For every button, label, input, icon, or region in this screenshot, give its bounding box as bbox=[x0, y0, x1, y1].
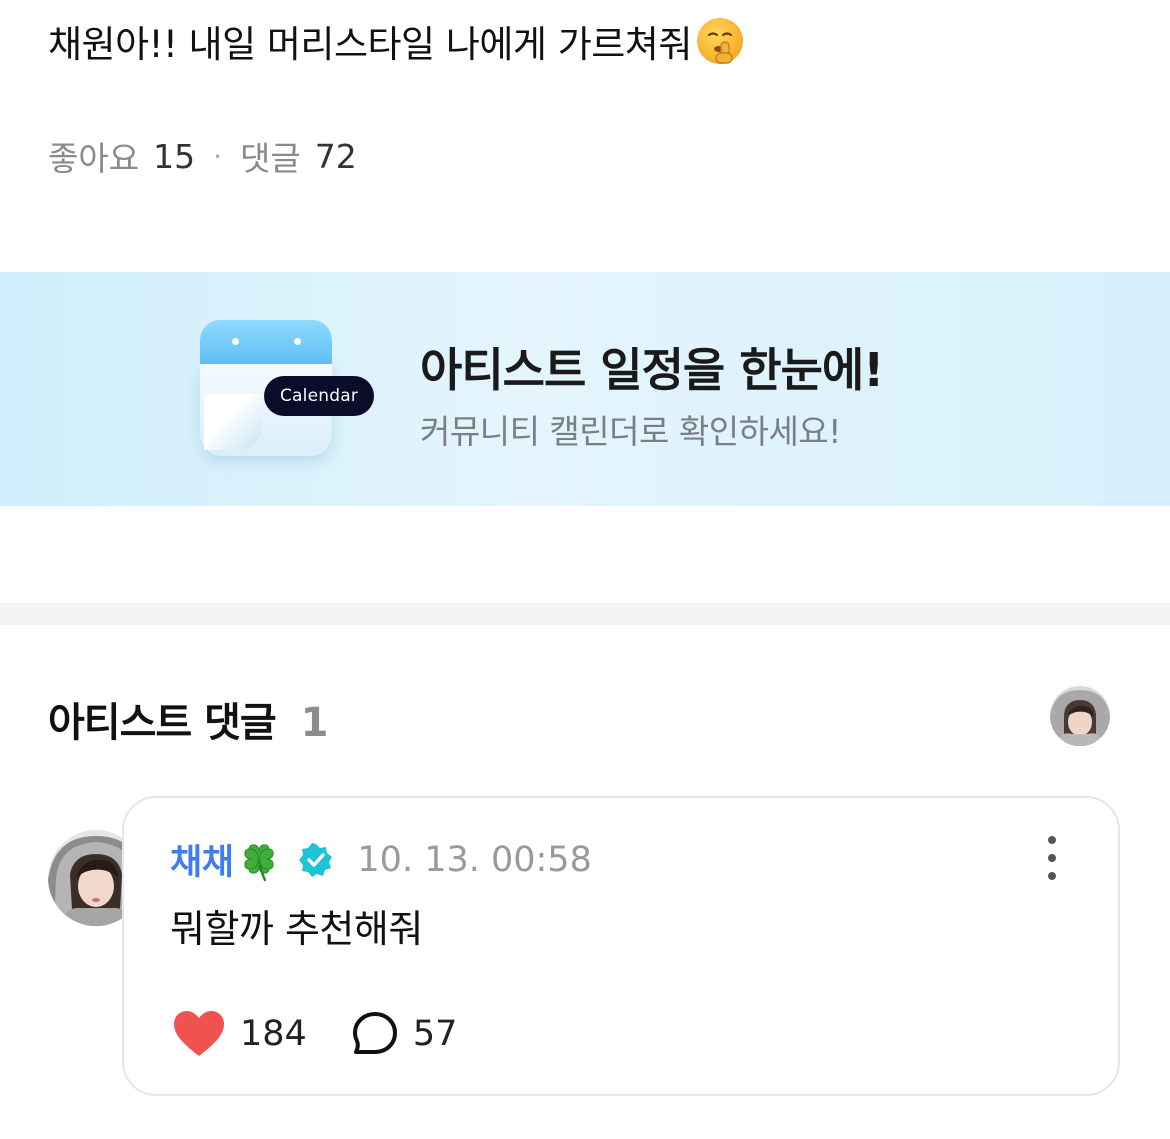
avatar-photo-icon bbox=[1050, 686, 1110, 746]
speech-bubble-icon bbox=[352, 1012, 397, 1054]
artist-comments-count: 1 bbox=[300, 700, 329, 746]
comment-actions: 184 57 bbox=[172, 1010, 457, 1058]
reply-button[interactable]: 57 bbox=[351, 1010, 458, 1058]
comments-label: 댓글 bbox=[240, 139, 301, 178]
reply-count: 57 bbox=[412, 1014, 458, 1054]
like-button[interactable]: 184 bbox=[172, 1010, 307, 1058]
comments-count: 72 bbox=[314, 136, 357, 176]
banner-headline: 아티스트 일정을 한눈에! bbox=[420, 343, 884, 397]
post-title: 채원아!! 내일 머리스타일 나에게 가르쳐줘 bbox=[48, 14, 746, 68]
comment-text: 뭐할까 추천해줘 bbox=[170, 907, 423, 951]
like-count: 184 bbox=[240, 1014, 307, 1054]
heart-icon bbox=[174, 1011, 224, 1056]
shushing-face-emoji-icon bbox=[696, 18, 743, 64]
post-title-text: 채원아!! 내일 머리스타일 나에게 가르쳐줘 bbox=[48, 23, 692, 66]
calendar-tag: Calendar bbox=[264, 376, 374, 416]
comment-author-row: 채채 10. 13. 00:58 bbox=[170, 834, 592, 885]
comment-timestamp: 10. 13. 00:58 bbox=[357, 839, 592, 880]
comment-author-name[interactable]: 채채 bbox=[170, 834, 234, 885]
artist-avatar-small[interactable] bbox=[1050, 686, 1110, 746]
separator-dot: · bbox=[213, 139, 222, 173]
likes-count: 15 bbox=[153, 136, 196, 176]
verified-badge-icon bbox=[299, 842, 333, 877]
post-stats: 좋아요 15 · 댓글 72 bbox=[48, 132, 357, 180]
four-leaf-clover-icon bbox=[244, 843, 275, 881]
artist-comment-card: 채채 10. 13. 00:58 뭐할까 추천해줘 184 57 bbox=[122, 796, 1120, 1096]
banner-subtext: 커뮤니티 캘린더로 확인하세요! bbox=[420, 412, 841, 451]
artist-comments-title: 아티스트 댓글 1 bbox=[48, 690, 329, 748]
artist-comments-label: 아티스트 댓글 bbox=[48, 700, 277, 746]
likes-label: 좋아요 bbox=[48, 139, 140, 178]
calendar-banner[interactable]: Calendar 아티스트 일정을 한눈에! 커뮤니티 캘린더로 확인하세요! bbox=[0, 272, 1170, 506]
more-vertical-icon[interactable] bbox=[1042, 836, 1062, 880]
section-divider bbox=[0, 603, 1170, 625]
